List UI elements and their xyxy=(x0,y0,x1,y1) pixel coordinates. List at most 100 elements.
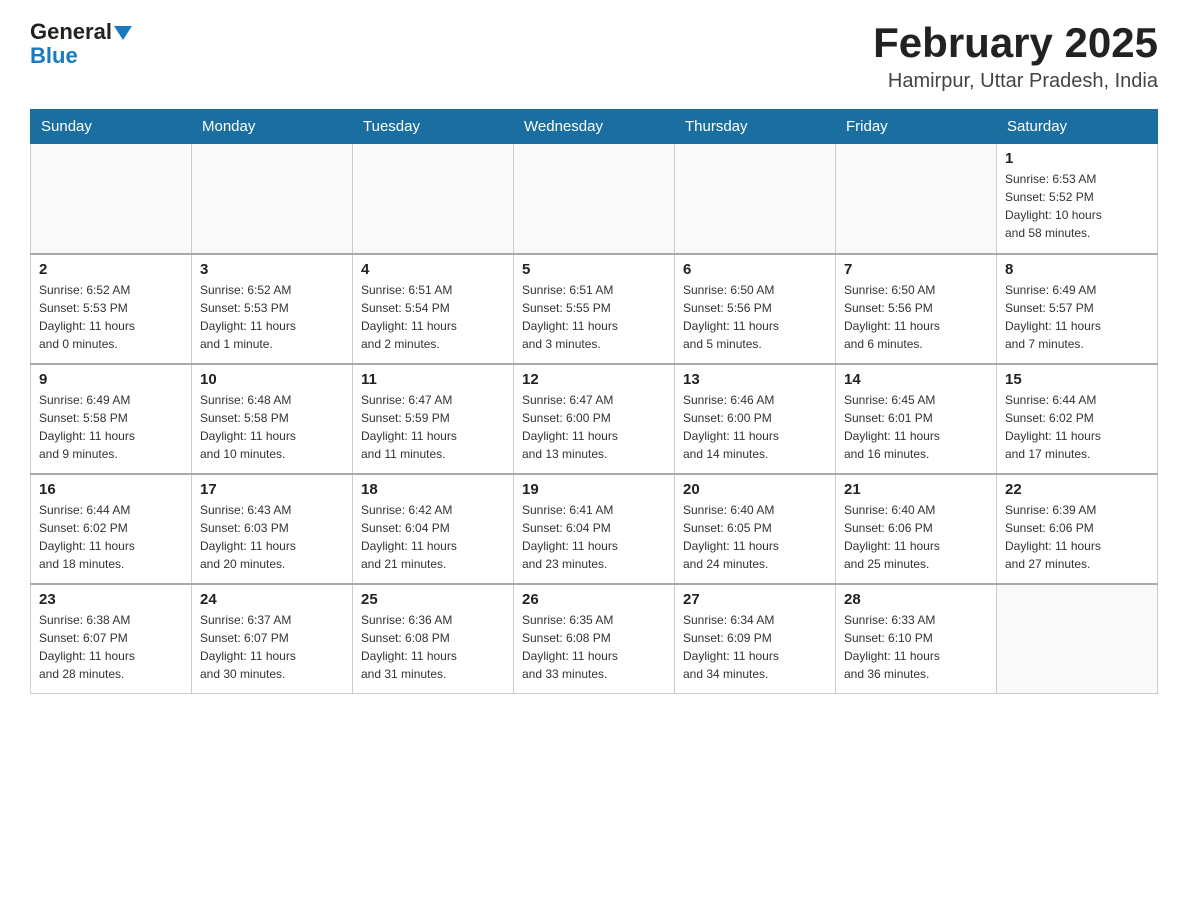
day-info: Sunrise: 6:33 AMSunset: 6:10 PMDaylight:… xyxy=(844,611,988,683)
day-number: 5 xyxy=(522,261,666,278)
day-cell: 4 Sunrise: 6:51 AMSunset: 5:54 PMDaylight… xyxy=(353,254,514,364)
weekday-header-saturday: Saturday xyxy=(997,110,1158,144)
day-cell: 13 Sunrise: 6:46 AMSunset: 6:00 PMDayligh… xyxy=(675,364,836,474)
day-info: Sunrise: 6:50 AMSunset: 5:56 PMDaylight:… xyxy=(683,281,827,353)
day-cell: 18 Sunrise: 6:42 AMSunset: 6:04 PMDayligh… xyxy=(353,474,514,584)
day-cell: 5 Sunrise: 6:51 AMSunset: 5:55 PMDaylight… xyxy=(514,254,675,364)
day-info: Sunrise: 6:42 AMSunset: 6:04 PMDaylight:… xyxy=(361,501,505,573)
day-info: Sunrise: 6:36 AMSunset: 6:08 PMDaylight:… xyxy=(361,611,505,683)
day-info: Sunrise: 6:47 AMSunset: 5:59 PMDaylight:… xyxy=(361,391,505,463)
day-cell: 25 Sunrise: 6:36 AMSunset: 6:08 PMDayligh… xyxy=(353,584,514,694)
day-info: Sunrise: 6:51 AMSunset: 5:54 PMDaylight:… xyxy=(361,281,505,353)
day-number: 16 xyxy=(39,481,183,498)
day-number: 18 xyxy=(361,481,505,498)
day-cell: 24 Sunrise: 6:37 AMSunset: 6:07 PMDayligh… xyxy=(192,584,353,694)
day-number: 24 xyxy=(200,591,344,608)
day-cell: 23 Sunrise: 6:38 AMSunset: 6:07 PMDayligh… xyxy=(31,584,192,694)
day-cell: 9 Sunrise: 6:49 AMSunset: 5:58 PMDaylight… xyxy=(31,364,192,474)
day-info: Sunrise: 6:48 AMSunset: 5:58 PMDaylight:… xyxy=(200,391,344,463)
logo-blue-text: Blue xyxy=(30,43,78,68)
day-cell xyxy=(675,144,836,254)
weekday-header-sunday: Sunday xyxy=(31,110,192,144)
day-cell: 7 Sunrise: 6:50 AMSunset: 5:56 PMDaylight… xyxy=(836,254,997,364)
logo-general-text: General xyxy=(30,19,112,44)
day-info: Sunrise: 6:51 AMSunset: 5:55 PMDaylight:… xyxy=(522,281,666,353)
day-number: 11 xyxy=(361,371,505,388)
logo-general-row: General xyxy=(30,20,132,44)
day-cell: 6 Sunrise: 6:50 AMSunset: 5:56 PMDaylight… xyxy=(675,254,836,364)
day-number: 25 xyxy=(361,591,505,608)
day-info: Sunrise: 6:40 AMSunset: 6:05 PMDaylight:… xyxy=(683,501,827,573)
day-cell xyxy=(997,584,1158,694)
day-cell: 17 Sunrise: 6:43 AMSunset: 6:03 PMDayligh… xyxy=(192,474,353,584)
day-number: 26 xyxy=(522,591,666,608)
day-info: Sunrise: 6:38 AMSunset: 6:07 PMDaylight:… xyxy=(39,611,183,683)
day-cell xyxy=(353,144,514,254)
day-cell xyxy=(31,144,192,254)
day-cell: 14 Sunrise: 6:45 AMSunset: 6:01 PMDayligh… xyxy=(836,364,997,474)
day-info: Sunrise: 6:44 AMSunset: 6:02 PMDaylight:… xyxy=(39,501,183,573)
day-number: 22 xyxy=(1005,481,1149,498)
day-number: 4 xyxy=(361,261,505,278)
day-number: 17 xyxy=(200,481,344,498)
day-cell: 21Sunrise: 6:40 AMSunset: 6:06 PMDayligh… xyxy=(836,474,997,584)
day-number: 3 xyxy=(200,261,344,278)
day-info: Sunrise: 6:50 AMSunset: 5:56 PMDaylight:… xyxy=(844,281,988,353)
day-number: 1 xyxy=(1005,150,1149,167)
day-info: Sunrise: 6:53 AMSunset: 5:52 PMDaylight:… xyxy=(1005,170,1149,242)
day-number: 9 xyxy=(39,371,183,388)
day-cell: 15 Sunrise: 6:44 AMSunset: 6:02 PMDayligh… xyxy=(997,364,1158,474)
day-info: Sunrise: 6:35 AMSunset: 6:08 PMDaylight:… xyxy=(522,611,666,683)
day-cell xyxy=(192,144,353,254)
day-info: Sunrise: 6:49 AMSunset: 5:58 PMDaylight:… xyxy=(39,391,183,463)
day-number: 6 xyxy=(683,261,827,278)
weekday-header-thursday: Thursday xyxy=(675,110,836,144)
day-info: Sunrise: 6:49 AMSunset: 5:57 PMDaylight:… xyxy=(1005,281,1149,353)
day-info: Sunrise: 6:34 AMSunset: 6:09 PMDaylight:… xyxy=(683,611,827,683)
day-cell: 28Sunrise: 6:33 AMSunset: 6:10 PMDayligh… xyxy=(836,584,997,694)
day-number: 7 xyxy=(844,261,988,278)
day-cell: 19Sunrise: 6:41 AMSunset: 6:04 PMDayligh… xyxy=(514,474,675,584)
day-cell: 3 Sunrise: 6:52 AMSunset: 5:53 PMDaylight… xyxy=(192,254,353,364)
day-cell: 1 Sunrise: 6:53 AMSunset: 5:52 PMDaylight… xyxy=(997,144,1158,254)
day-cell: 20 Sunrise: 6:40 AMSunset: 6:05 PMDayligh… xyxy=(675,474,836,584)
logo: General Blue xyxy=(30,20,132,68)
day-cell: 8 Sunrise: 6:49 AMSunset: 5:57 PMDaylight… xyxy=(997,254,1158,364)
weekday-header-row: SundayMondayTuesdayWednesdayThursdayFrid… xyxy=(31,110,1158,144)
day-number: 15 xyxy=(1005,371,1149,388)
weekday-header-monday: Monday xyxy=(192,110,353,144)
day-cell: 22Sunrise: 6:39 AMSunset: 6:06 PMDayligh… xyxy=(997,474,1158,584)
day-cell: 2Sunrise: 6:52 AMSunset: 5:53 PMDaylight… xyxy=(31,254,192,364)
weekday-header-tuesday: Tuesday xyxy=(353,110,514,144)
page-header: General Blue February 2025 Hamirpur, Utt… xyxy=(30,20,1158,93)
day-info: Sunrise: 6:45 AMSunset: 6:01 PMDaylight:… xyxy=(844,391,988,463)
day-info: Sunrise: 6:44 AMSunset: 6:02 PMDaylight:… xyxy=(1005,391,1149,463)
week-row-1: 1 Sunrise: 6:53 AMSunset: 5:52 PMDaylight… xyxy=(31,144,1158,254)
week-row-3: 9 Sunrise: 6:49 AMSunset: 5:58 PMDaylight… xyxy=(31,364,1158,474)
logo-triangle-icon xyxy=(114,26,132,40)
day-number: 23 xyxy=(39,591,183,608)
day-info: Sunrise: 6:47 AMSunset: 6:00 PMDaylight:… xyxy=(522,391,666,463)
calendar-table: SundayMondayTuesdayWednesdayThursdayFrid… xyxy=(30,109,1158,694)
day-number: 27 xyxy=(683,591,827,608)
weekday-header-friday: Friday xyxy=(836,110,997,144)
location-title: Hamirpur, Uttar Pradesh, India xyxy=(873,70,1158,93)
week-row-5: 23 Sunrise: 6:38 AMSunset: 6:07 PMDayligh… xyxy=(31,584,1158,694)
day-number: 14 xyxy=(844,371,988,388)
day-cell xyxy=(514,144,675,254)
day-info: Sunrise: 6:52 AMSunset: 5:53 PMDaylight:… xyxy=(200,281,344,353)
day-cell: 16 Sunrise: 6:44 AMSunset: 6:02 PMDayligh… xyxy=(31,474,192,584)
day-info: Sunrise: 6:46 AMSunset: 6:00 PMDaylight:… xyxy=(683,391,827,463)
day-number: 13 xyxy=(683,371,827,388)
day-cell: 26 Sunrise: 6:35 AMSunset: 6:08 PMDayligh… xyxy=(514,584,675,694)
day-info: Sunrise: 6:43 AMSunset: 6:03 PMDaylight:… xyxy=(200,501,344,573)
week-row-2: 2Sunrise: 6:52 AMSunset: 5:53 PMDaylight… xyxy=(31,254,1158,364)
day-cell: 10Sunrise: 6:48 AMSunset: 5:58 PMDayligh… xyxy=(192,364,353,474)
day-number: 20 xyxy=(683,481,827,498)
weekday-header-wednesday: Wednesday xyxy=(514,110,675,144)
day-cell: 27 Sunrise: 6:34 AMSunset: 6:09 PMDayligh… xyxy=(675,584,836,694)
day-info: Sunrise: 6:37 AMSunset: 6:07 PMDaylight:… xyxy=(200,611,344,683)
day-number: 8 xyxy=(1005,261,1149,278)
day-cell: 12Sunrise: 6:47 AMSunset: 6:00 PMDayligh… xyxy=(514,364,675,474)
month-title: February 2025 xyxy=(873,20,1158,66)
